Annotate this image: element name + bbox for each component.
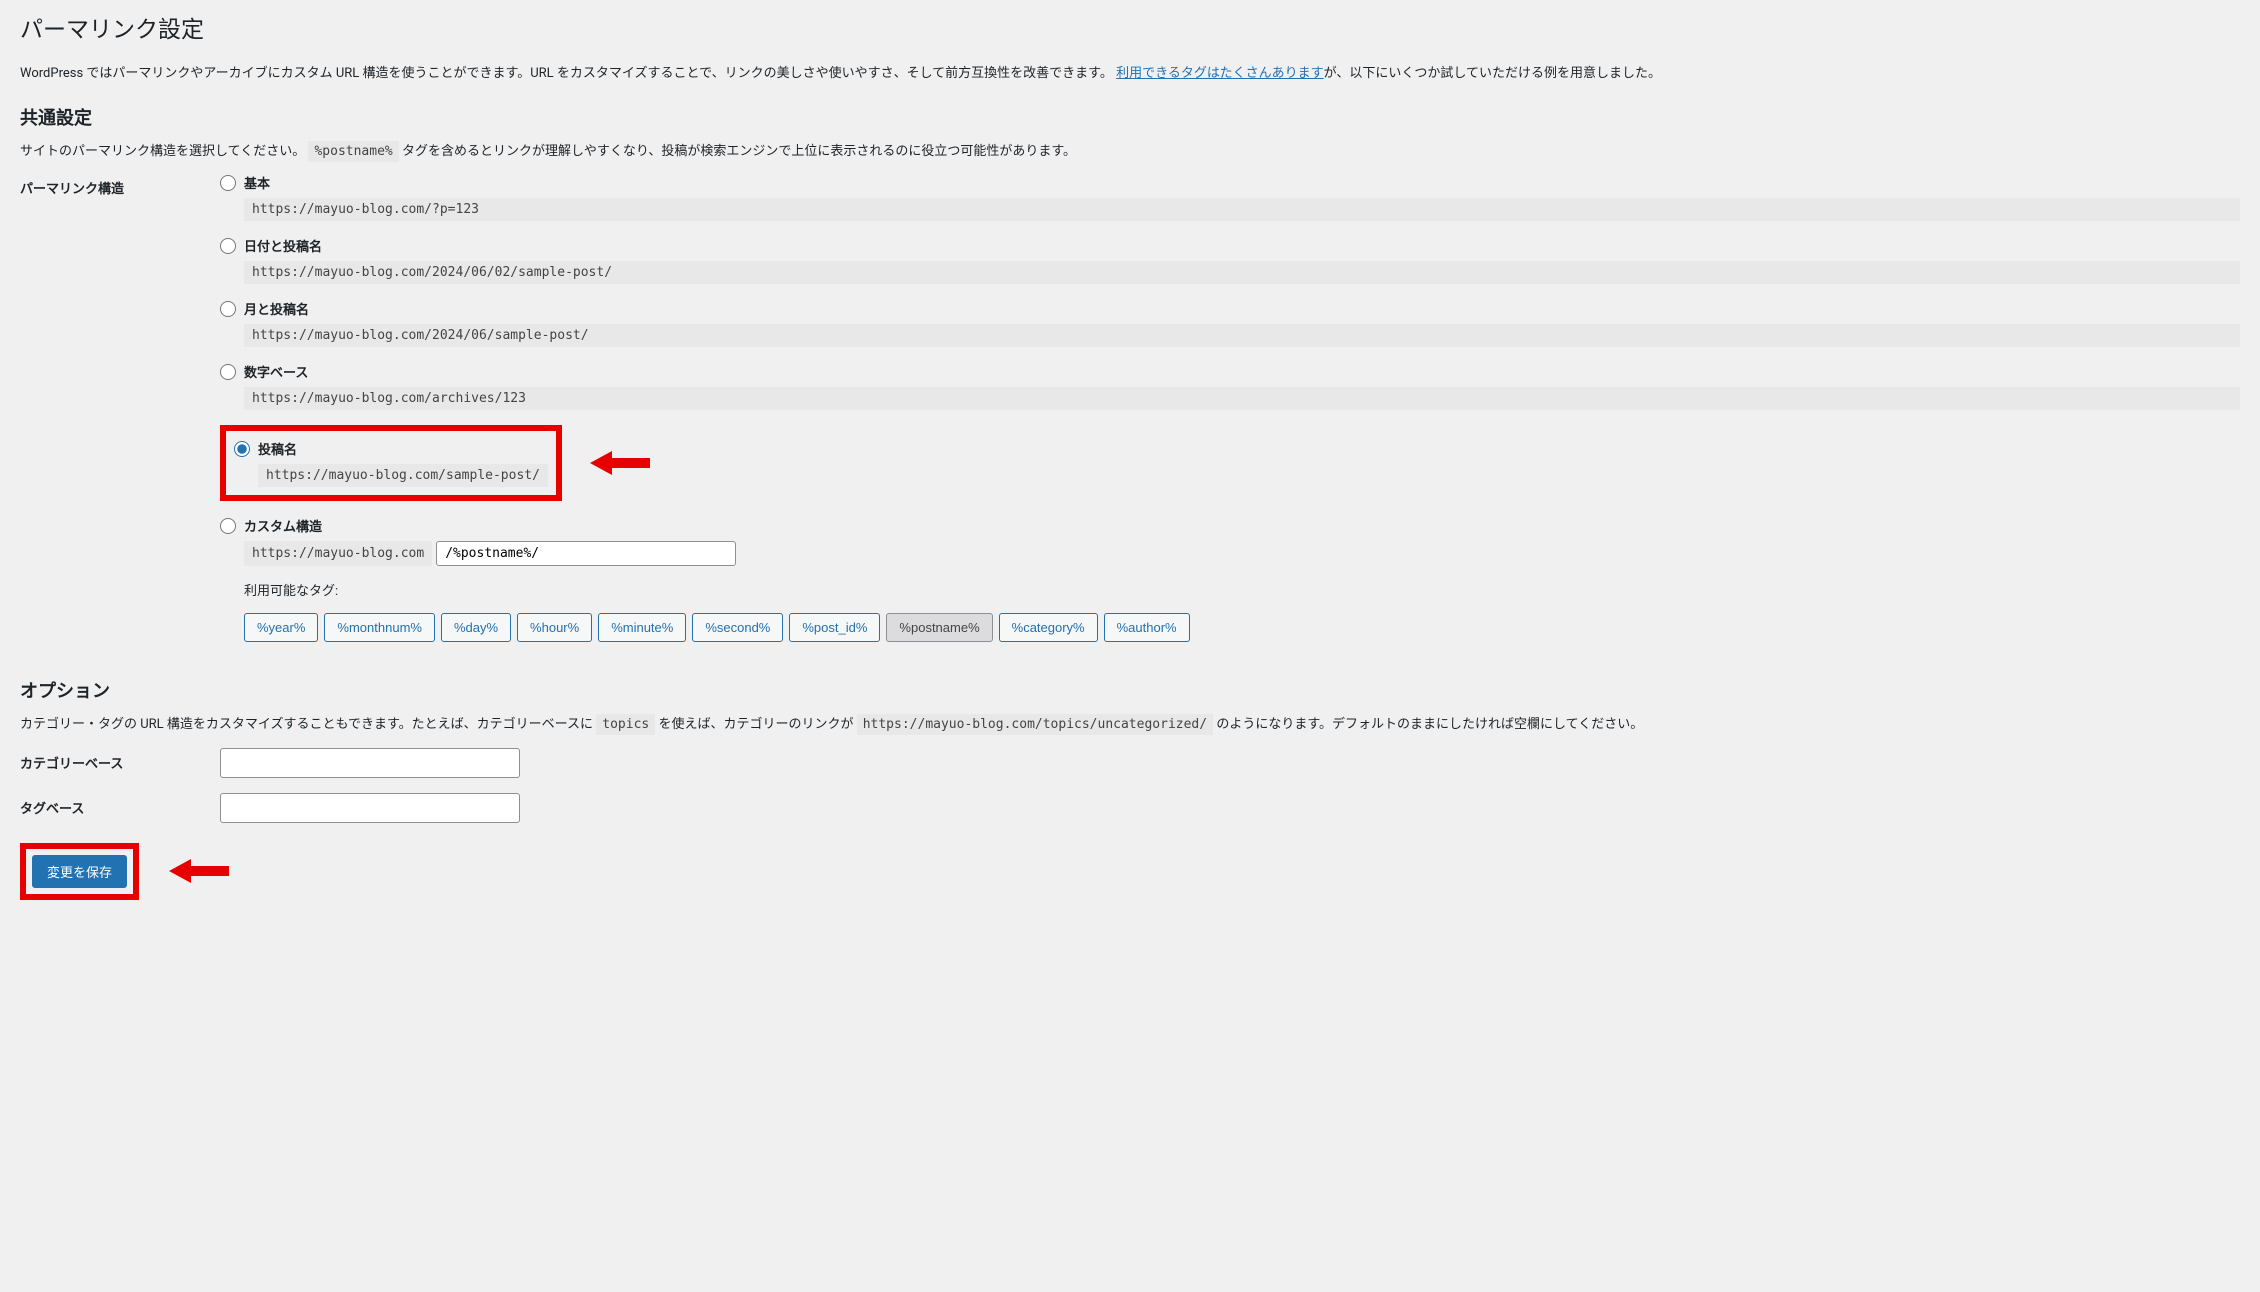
tag-btn-monthnum[interactable]: %monthnum% <box>324 613 435 642</box>
common-desc-1: サイトのパーマリンク構造を選択してください。 <box>20 144 305 159</box>
tag-base-label: タグベース <box>20 793 220 817</box>
radio-date-name-label: 日付と投稿名 <box>244 236 322 255</box>
radio-basic[interactable] <box>220 175 236 191</box>
tag-btn-second[interactable]: %second% <box>692 613 783 642</box>
arrow-left-icon <box>590 448 650 478</box>
options-desc: カテゴリー・タグの URL 構造をカスタマイズすることもできます。たとえば、カテ… <box>20 715 2240 736</box>
common-desc: サイトのパーマリンク構造を選択してください。 %postname% タグを含める… <box>20 142 2240 162</box>
radio-numeric-label: 数字ベース <box>244 362 308 381</box>
page-title: パーマリンク設定 <box>20 10 2240 44</box>
options-desc-code2: https://mayuo-blog.com/topics/uncategori… <box>857 714 1213 735</box>
custom-structure-input[interactable] <box>436 541 736 566</box>
url-month-name: https://mayuo-blog.com/2024/06/sample-po… <box>244 324 2240 347</box>
radio-postname[interactable] <box>234 441 250 457</box>
options-desc-3: のようになります。デフォルトのままにしたければ空欄にしてください。 <box>1216 717 1643 732</box>
tag-btn-author[interactable]: %author% <box>1104 613 1190 642</box>
common-desc-2: タグを含めるとリンクが理解しやすくなり、投稿が検索エンジンで上位に表示されるのに… <box>402 144 1076 159</box>
highlight-save: 変更を保存 <box>20 843 139 900</box>
tag-btn-postname[interactable]: %postname% <box>886 613 992 642</box>
radio-month-name-label: 月と投稿名 <box>244 299 309 318</box>
radio-numeric[interactable] <box>220 364 236 380</box>
radio-month-name[interactable] <box>220 301 236 317</box>
category-base-label: カテゴリーベース <box>20 748 220 772</box>
tag-btn-hour[interactable]: %hour% <box>517 613 592 642</box>
url-numeric: https://mayuo-blog.com/archives/123 <box>244 387 2240 410</box>
tag-btn-year[interactable]: %year% <box>244 613 318 642</box>
option-numeric: 数字ベース https://mayuo-blog.com/archives/12… <box>220 362 2240 410</box>
option-date-name: 日付と投稿名 https://mayuo-blog.com/2024/06/02… <box>220 236 2240 284</box>
options-desc-1: カテゴリー・タグの URL 構造をカスタマイズすることもできます。たとえば、カテ… <box>20 717 596 732</box>
radio-date-name[interactable] <box>220 238 236 254</box>
intro-paragraph: WordPress ではパーマリンクやアーカイブにカスタム URL 構造を使うこ… <box>20 64 2240 84</box>
intro-text-1: WordPress ではパーマリンクやアーカイブにカスタム URL 構造を使うこ… <box>20 66 1113 81</box>
highlight-postname: 投稿名 https://mayuo-blog.com/sample-post/ <box>220 425 562 501</box>
tag-btn-post_id[interactable]: %post_id% <box>789 613 880 642</box>
option-month-name: 月と投稿名 https://mayuo-blog.com/2024/06/sam… <box>220 299 2240 347</box>
url-basic: https://mayuo-blog.com/?p=123 <box>244 198 2240 221</box>
available-tags-link[interactable]: 利用できるタグはたくさんあります <box>1116 66 1323 81</box>
option-basic: 基本 https://mayuo-blog.com/?p=123 <box>220 173 2240 221</box>
url-postname: https://mayuo-blog.com/sample-post/ <box>258 464 548 487</box>
save-button[interactable]: 変更を保存 <box>32 855 127 888</box>
option-custom: カスタム構造 https://mayuo-blog.com 利用可能なタグ: %… <box>220 516 2240 642</box>
intro-text-2: が、以下にいくつか試していただける例を用意しました。 <box>1324 66 1661 81</box>
options-desc-2: を使えば、カテゴリーのリンクが <box>658 717 856 732</box>
arrow-left-icon <box>169 856 229 886</box>
available-tags-label: 利用可能なタグ: <box>244 580 2240 599</box>
options-heading: オプション <box>20 677 2240 703</box>
radio-basic-label: 基本 <box>244 173 270 192</box>
radio-postname-label: 投稿名 <box>258 439 297 458</box>
tag-base-input[interactable] <box>220 793 520 823</box>
custom-prefix: https://mayuo-blog.com <box>244 541 432 566</box>
tag-btn-minute[interactable]: %minute% <box>598 613 686 642</box>
tag-btn-category[interactable]: %category% <box>999 613 1098 642</box>
options-desc-code1: topics <box>596 714 655 735</box>
common-settings-heading: 共通設定 <box>20 104 2240 130</box>
category-base-input[interactable] <box>220 748 520 778</box>
radio-custom[interactable] <box>220 518 236 534</box>
permalink-structure-label: パーマリンク構造 <box>20 173 220 197</box>
tag-btn-day[interactable]: %day% <box>441 613 511 642</box>
common-desc-code: %postname% <box>308 141 398 162</box>
url-date-name: https://mayuo-blog.com/2024/06/02/sample… <box>244 261 2240 284</box>
tag-buttons-container: %year%%monthnum%%day%%hour%%minute%%seco… <box>244 613 2240 642</box>
radio-custom-label: カスタム構造 <box>244 516 322 535</box>
